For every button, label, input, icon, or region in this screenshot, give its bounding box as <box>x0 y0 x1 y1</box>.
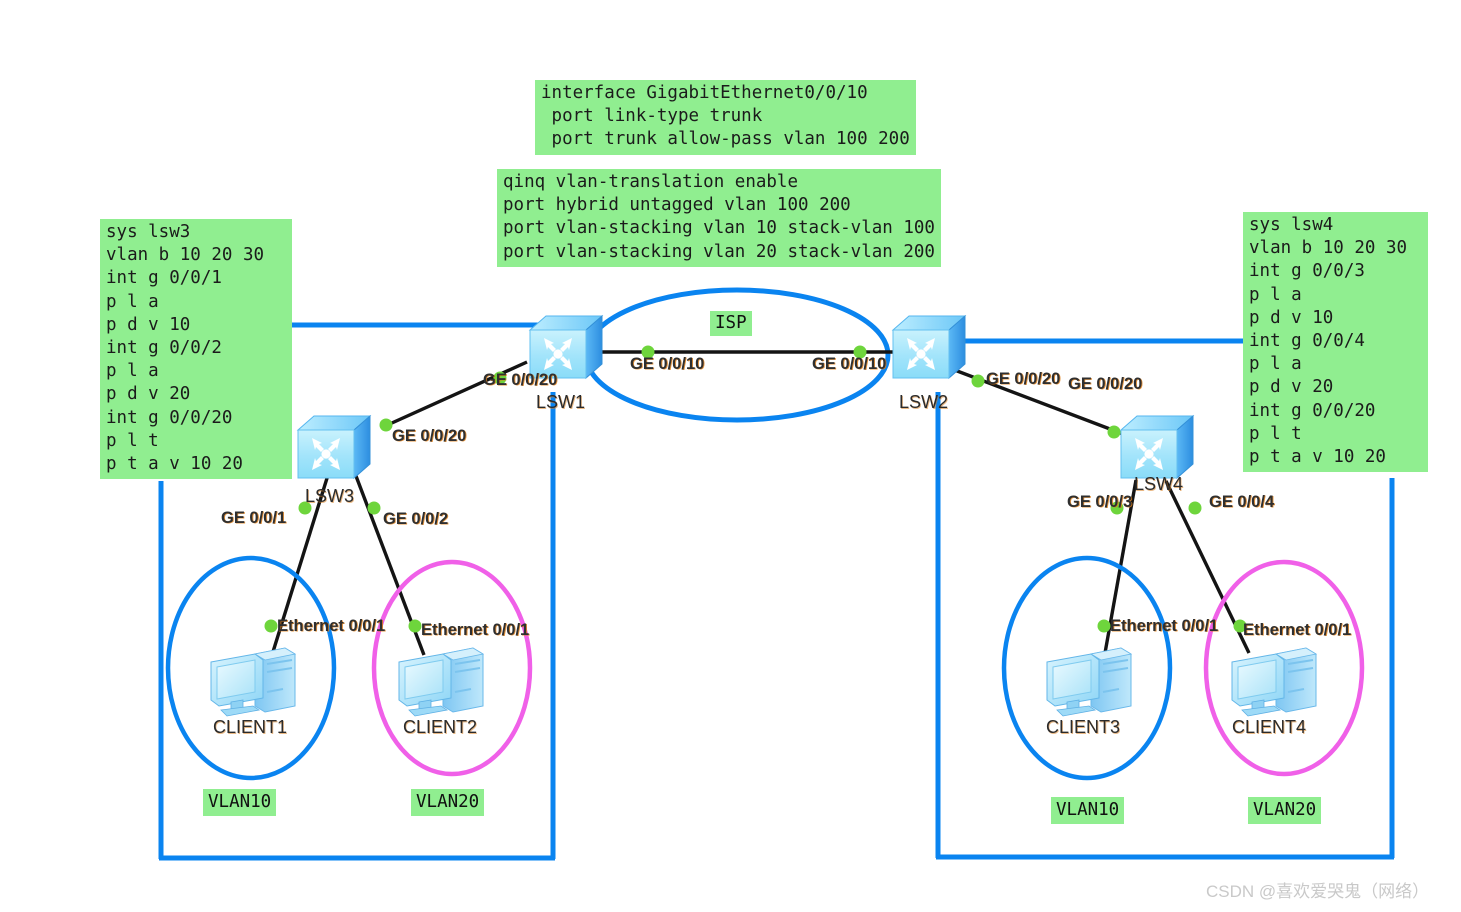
device-label-lsw2: LSW2 <box>899 392 949 412</box>
vlan-tag-left-vlan20: VLAN20 <box>411 789 485 816</box>
port-dot-lsw4-ge20 <box>1107 425 1121 439</box>
if-label-client4-eth0-0-1: Ethernet 0/0/1 <box>1243 621 1352 639</box>
port-dot-lsw3-ge2 <box>367 501 381 515</box>
pc-icon-client2[interactable] <box>398 647 484 717</box>
if-label-lsw4-ge0-0-4: GE 0/0/4 <box>1209 493 1275 511</box>
switch-icon-lsw3[interactable] <box>297 415 371 479</box>
if-label-lsw1-ge0-0-20: GE 0/0/20 <box>483 371 558 389</box>
device-label-client1: CLIENT1 <box>213 717 288 737</box>
device-label-lsw1: LSW1 <box>536 392 586 412</box>
config-box-qinq: qinq vlan-translation enable port hybrid… <box>497 169 941 267</box>
port-dot-lsw2-ge20 <box>971 374 985 388</box>
pc-icon-client4[interactable] <box>1231 647 1317 717</box>
if-label-client3-eth0-0-1: Ethernet 0/0/1 <box>1110 617 1219 635</box>
device-label-lsw3: LSW3 <box>305 486 355 506</box>
config-box-lsw4: sys lsw4 vlan b 10 20 30 int g 0/0/3 p l… <box>1243 212 1428 473</box>
topology-canvas: interface GigabitEthernet0/0/10 port lin… <box>0 0 1461 912</box>
if-label-lsw2-ge0-0-20: GE 0/0/20 <box>986 370 1061 388</box>
vlan-tag-right-vlan20: VLAN20 <box>1248 797 1322 824</box>
config-box-lsw3: sys lsw3 vlan b 10 20 30 int g 0/0/1 p l… <box>100 219 292 480</box>
pc-icon-client3[interactable] <box>1046 647 1132 717</box>
if-label-lsw3-ge0-0-1: GE 0/0/1 <box>221 509 287 527</box>
if-label-lsw3-ge0-0-20: GE 0/0/20 <box>392 427 467 445</box>
if-label-lsw4-ge0-0-3: GE 0/0/3 <box>1067 493 1133 511</box>
isp-cloud-label: ISP <box>710 311 752 336</box>
csdn-watermark: CSDN @喜欢爱哭鬼（网络） <box>1206 882 1430 901</box>
port-dot-client2-eth <box>408 619 422 633</box>
port-dot-lsw4-ge4 <box>1188 501 1202 515</box>
switch-icon-lsw1[interactable] <box>529 315 603 379</box>
port-dot-lsw3-ge20 <box>379 418 393 432</box>
switch-icon-lsw4[interactable] <box>1120 415 1194 479</box>
vlan-tag-right-vlan10: VLAN10 <box>1051 797 1125 824</box>
device-label-client4: CLIENT4 <box>1232 717 1307 737</box>
device-label-lsw4: LSW4 <box>1134 474 1184 494</box>
pc-icon-client1[interactable] <box>210 647 296 717</box>
vlan-tag-left-vlan10: VLAN10 <box>203 789 277 816</box>
if-label-client2-eth0-0-1: Ethernet 0/0/1 <box>421 621 530 639</box>
if-label-lsw4-ge0-0-20: GE 0/0/20 <box>1068 375 1143 393</box>
config-box-lsw1-trunk: interface GigabitEthernet0/0/10 port lin… <box>535 80 916 155</box>
device-label-client3: CLIENT3 <box>1046 717 1121 737</box>
switch-icon-lsw2[interactable] <box>892 315 966 379</box>
if-label-lsw2-ge0-0-10: GE 0/0/10 <box>812 355 887 373</box>
port-dot-client3-eth <box>1097 619 1111 633</box>
port-dot-client1-eth <box>264 619 278 633</box>
if-label-lsw3-ge0-0-2: GE 0/0/2 <box>383 510 449 528</box>
if-label-lsw1-ge0-0-10: GE 0/0/10 <box>630 355 705 373</box>
if-label-client1-eth0-0-1: Ethernet 0/0/1 <box>277 617 386 635</box>
device-label-client2: CLIENT2 <box>403 717 478 737</box>
